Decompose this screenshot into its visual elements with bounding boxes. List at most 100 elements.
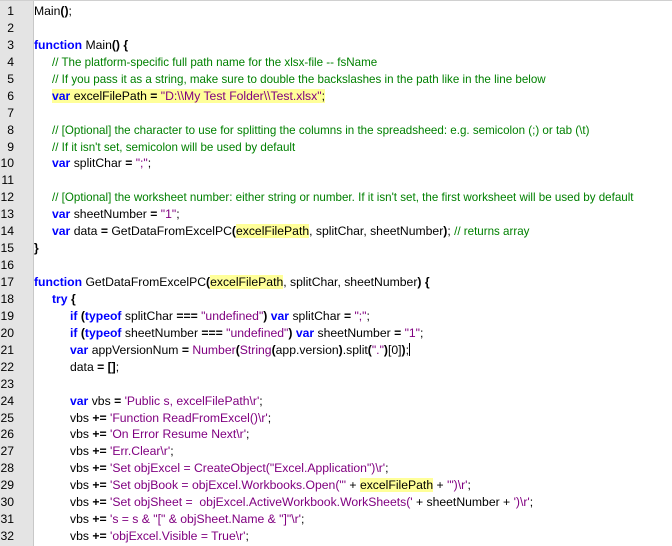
highlighted-token: excelFilePath xyxy=(235,224,310,239)
line-code: } xyxy=(34,240,39,257)
code-token: + xyxy=(433,478,447,493)
operator-token: { xyxy=(421,275,430,289)
code-token: ; xyxy=(170,444,174,459)
operator-token: () xyxy=(60,4,69,18)
operator-token: = xyxy=(343,308,352,323)
line-number: 30 xyxy=(0,495,14,510)
code-line[interactable]: 25 vbs += 'Function ReadFromExcel()\r'; xyxy=(0,410,672,427)
code-token: ; xyxy=(420,325,424,340)
line-code: var sheetNumber = "1"; xyxy=(34,206,180,223)
code-token: ; xyxy=(147,156,152,171)
code-line[interactable]: 19 if (typeof splitChar === "undefined") … xyxy=(0,308,672,325)
code-token: ; xyxy=(529,495,534,510)
code-token: [0] xyxy=(387,342,402,357)
code-line[interactable]: 28 vbs += 'Set objExcel = CreateObject("E… xyxy=(0,460,672,477)
line-number: 5 xyxy=(7,71,14,86)
code-token: Main xyxy=(82,37,112,52)
line-code: function GetDataFromExcelPC(excelFilePat… xyxy=(34,274,430,291)
line-code: var splitChar = ";"; xyxy=(34,155,151,172)
code-token: splitChar xyxy=(121,308,177,323)
line-number: 25 xyxy=(0,410,14,425)
code-line[interactable]: 13 var sheetNumber = "1"; xyxy=(0,206,672,223)
code-token: ; xyxy=(366,308,370,323)
keyword-token: var xyxy=(52,207,71,222)
code-token: Main xyxy=(34,4,61,18)
code-line[interactable]: 11 xyxy=(0,172,672,189)
code-line[interactable]: 7 xyxy=(0,105,672,122)
code-line[interactable]: 16 xyxy=(0,257,672,274)
code-line[interactable]: 22 data = []; xyxy=(0,359,672,376)
line-number: 23 xyxy=(0,376,14,391)
keyword-token: try xyxy=(52,291,68,306)
line-code: try { xyxy=(34,291,76,308)
code-lines: 1 Main(); 2 3 function Main() {4// The platf… xyxy=(0,3,672,545)
code-line[interactable]: 5 // If you pass it as a string, make sur… xyxy=(0,71,672,88)
code-line[interactable]: 29 vbs += 'Set objBook = objExcel.Workboo… xyxy=(0,477,672,494)
code-line[interactable]: 8 // [Optional] the character to use for … xyxy=(0,122,672,139)
comment-token: // [Optional] the worksheet number: eith… xyxy=(52,191,634,205)
code-line[interactable]: 27 vbs += 'Err.Clear\r'; xyxy=(0,443,672,460)
code-token: vbs xyxy=(70,495,93,510)
line-number: 27 xyxy=(0,444,14,459)
code-line[interactable]: 3 function Main() { xyxy=(0,37,672,54)
keyword-token: var xyxy=(52,88,71,103)
code-line[interactable]: 4 // The platform-specific full path name… xyxy=(0,54,672,71)
line-code: vbs += 'Set objSheet = objExcel.ActiveWo… xyxy=(34,494,533,511)
code-line[interactable]: 2 xyxy=(0,20,672,37)
code-line[interactable]: 30 vbs += 'Set objSheet = objExcel.Active… xyxy=(0,494,672,511)
code-line[interactable]: 6 var excelFilePath = "D:\\My Test Folder… xyxy=(0,88,672,105)
code-line[interactable]: 14 var data = GetDataFromExcelPC(excelFil… xyxy=(0,223,672,240)
string-token: 'objExcel.Visible = True\r' xyxy=(110,529,246,544)
code-line[interactable]: 18 try { xyxy=(0,291,672,308)
code-editor[interactable]: 1 Main(); 2 3 function Main() {4// The platf… xyxy=(0,0,672,546)
line-number: 19 xyxy=(0,308,14,323)
line-code: // [Optional] the worksheet number: eith… xyxy=(34,189,634,206)
operator-token: += xyxy=(92,444,107,459)
line-number: 6 xyxy=(7,88,14,103)
code-token: ; xyxy=(176,207,180,222)
keyword-token: var xyxy=(270,308,290,323)
highlighted-token: excelFilePath xyxy=(359,478,434,493)
code-token: ; xyxy=(300,512,305,527)
code-line[interactable]: 1 Main(); xyxy=(0,3,672,20)
line-number: 18 xyxy=(0,291,14,306)
code-token: + sheetNumber + xyxy=(412,495,514,510)
code-token: vbs xyxy=(70,512,93,527)
builtin-function-token: Number xyxy=(192,342,236,357)
code-line[interactable]: 20 if (typeof sheetNumber === "undefined"… xyxy=(0,325,672,342)
code-token: ; xyxy=(245,529,249,544)
operator-token: === xyxy=(201,325,223,340)
string-token: ";" xyxy=(135,156,148,171)
operator-token: = xyxy=(100,224,108,239)
keyword-token: var xyxy=(295,325,315,340)
line-number: 12 xyxy=(0,190,14,205)
code-line[interactable]: 31 vbs += 's = s & "[" & objSheet.Name & … xyxy=(0,511,672,528)
line-number: 4 xyxy=(7,54,14,69)
code-line[interactable]: 10 var splitChar = ";"; xyxy=(0,155,672,172)
keyword-token: function xyxy=(34,275,83,289)
string-token: "1" xyxy=(404,325,421,340)
code-line[interactable]: 32 vbs += 'objExcel.Visible = True\r'; xyxy=(0,528,672,545)
code-line[interactable]: 26 vbs += 'On Error Resume Next\r'; xyxy=(0,426,672,443)
comment-token: // The platform-specific full path name … xyxy=(52,55,378,69)
code-line[interactable]: 9 // If it isn't set, semicolon will be u… xyxy=(0,139,672,156)
operator-token: } xyxy=(34,241,39,256)
string-token: "." xyxy=(371,342,384,357)
line-code: // [Optional] the character to use for s… xyxy=(34,122,589,139)
code-line[interactable]: 21 var appVersionNum = Number(String(app.… xyxy=(0,342,672,359)
code-line[interactable]: 17 function GetDataFromExcelPC(excelFileP… xyxy=(0,274,672,291)
code-token: .split xyxy=(342,342,368,357)
code-token: vbs xyxy=(70,427,93,442)
code-line[interactable]: 12 // [Optional] the worksheet number: ei… xyxy=(0,189,672,206)
code-line[interactable]: 23 xyxy=(0,376,672,393)
code-line[interactable]: 24 var vbs = 'Public s, excelFilePath\r'; xyxy=(0,393,672,410)
line-number: 32 xyxy=(0,529,14,544)
line-code: vbs += 'objExcel.Visible = True\r'; xyxy=(34,528,249,545)
operator-token: [] xyxy=(107,359,116,374)
code-line[interactable]: 15} xyxy=(0,240,672,257)
code-token: vbs xyxy=(88,393,115,408)
line-number: 14 xyxy=(0,224,14,239)
line-number: 26 xyxy=(0,427,14,442)
string-token: 'Set objSheet = objExcel.ActiveWorkbook.… xyxy=(110,495,413,510)
code-token: ; xyxy=(385,461,389,476)
